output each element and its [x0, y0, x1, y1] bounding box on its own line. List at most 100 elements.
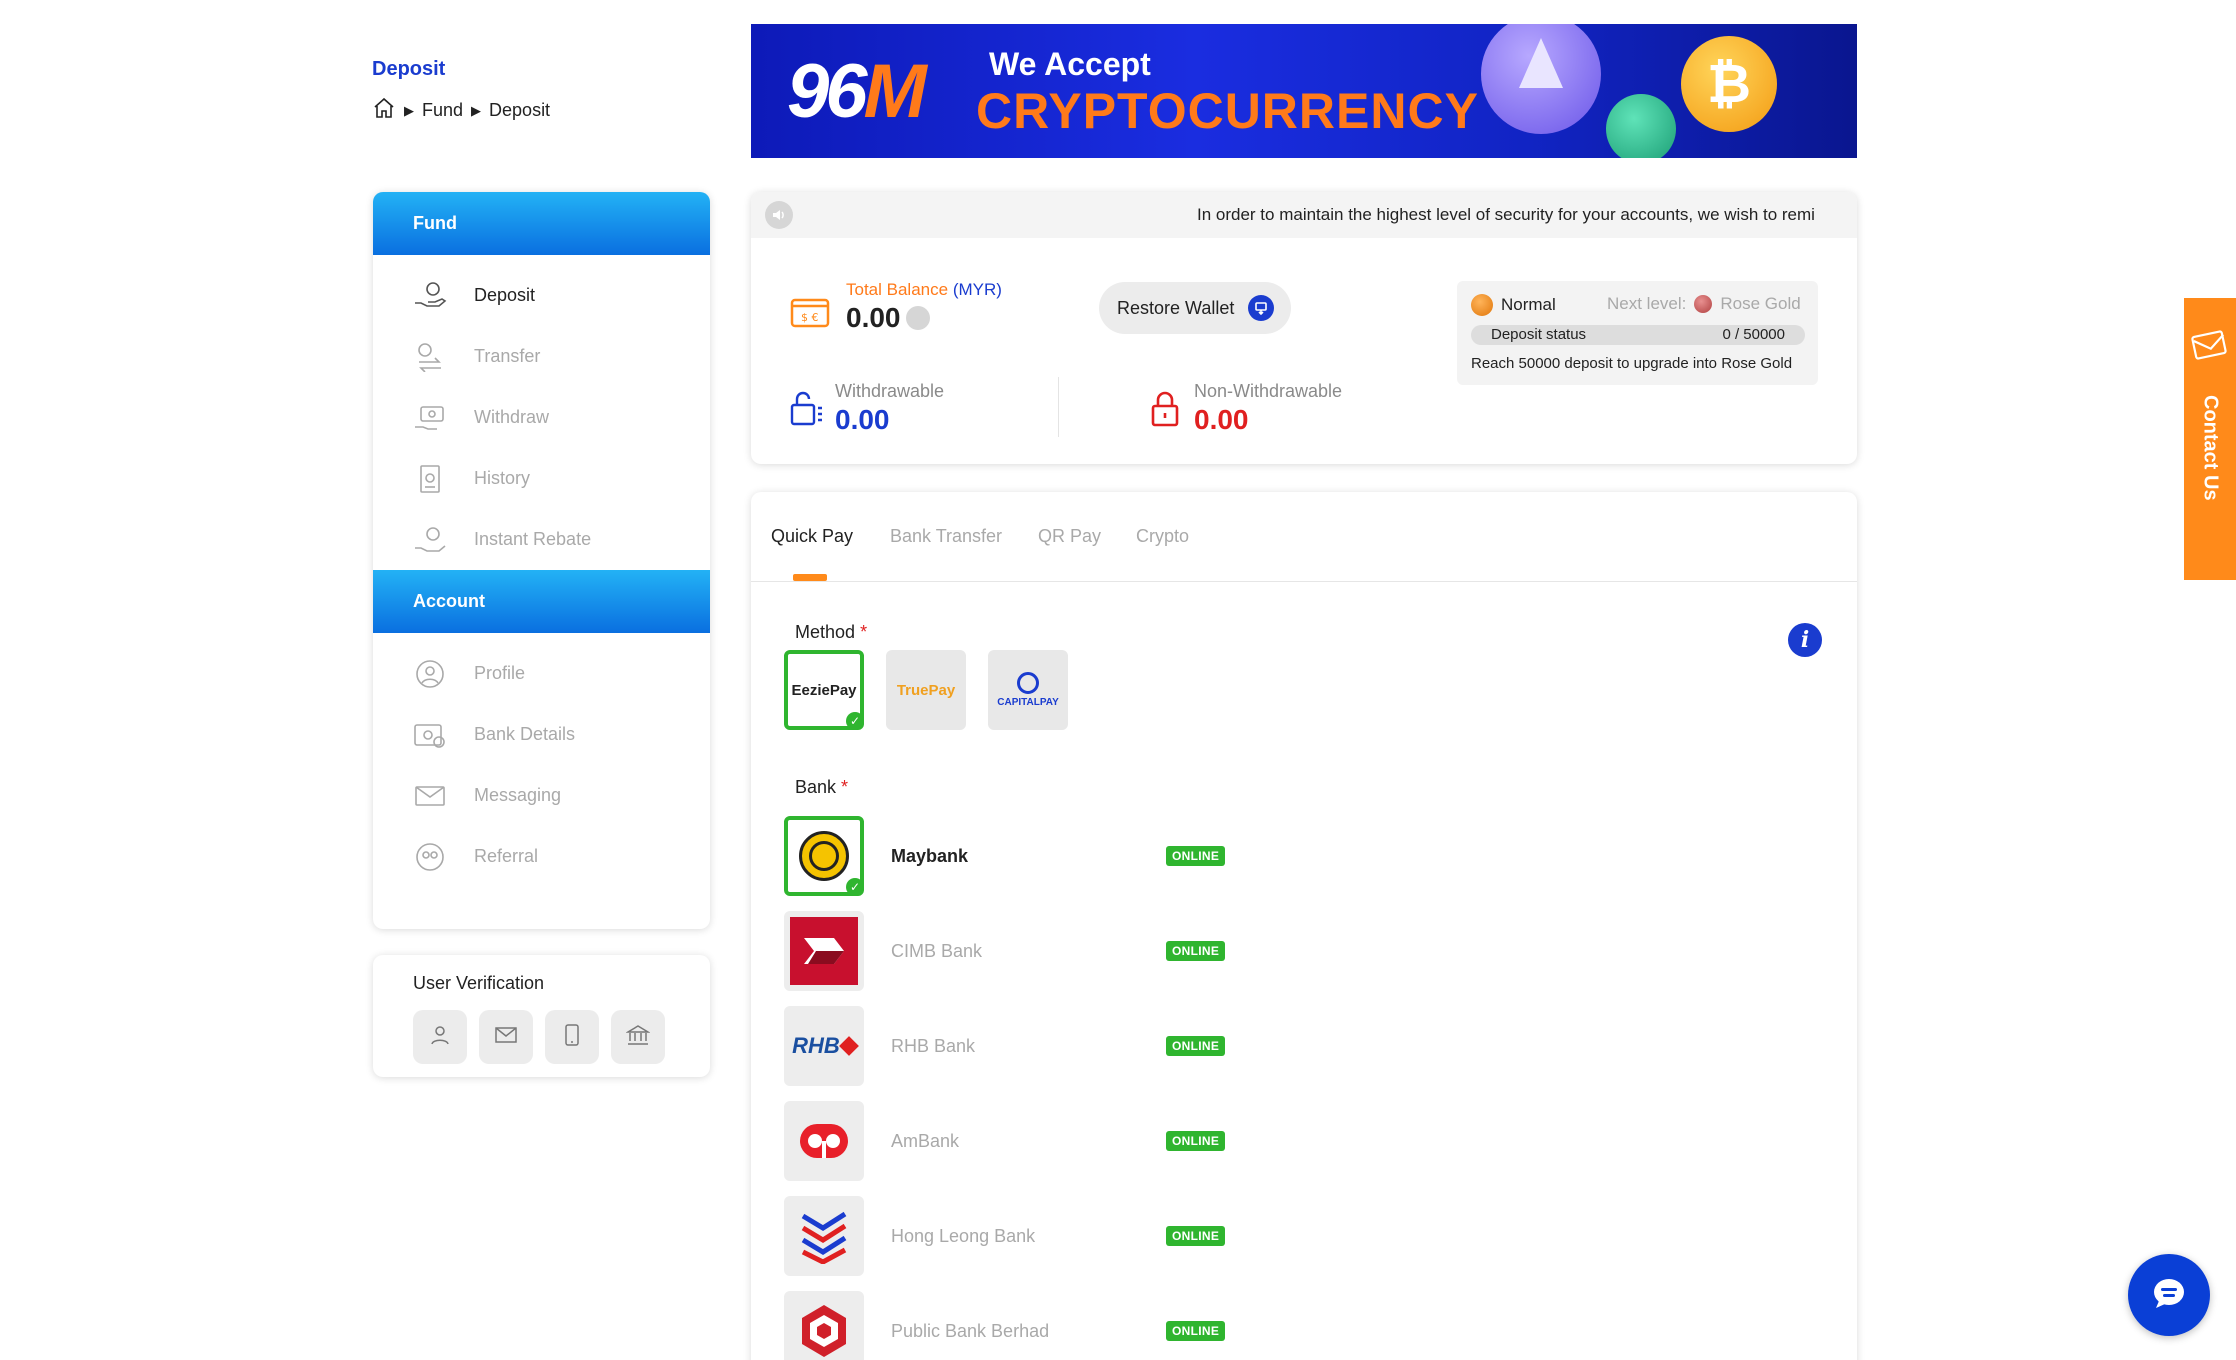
sidebar-item-label: Messaging: [474, 785, 562, 805]
bank-label: Bank *: [795, 777, 849, 797]
bank-name: CIMB Bank: [891, 940, 983, 961]
sidebar-item-deposit[interactable]: Deposit: [373, 265, 710, 326]
sidebar-item-profile[interactable]: Profile: [373, 643, 710, 704]
unlock-icon: [788, 388, 824, 433]
contact-us-tab[interactable]: Contact Us: [2184, 298, 2236, 580]
bank-option-public-bank-berhad[interactable]: Public Bank Berhad ONLINE: [784, 1291, 1284, 1360]
method-label: Method *: [795, 622, 868, 642]
tab-qr-pay[interactable]: QR Pay: [1038, 526, 1101, 547]
sidebar-heading-account: Account: [373, 570, 710, 633]
normal-level-icon: [1471, 294, 1493, 316]
transfer-icon: [413, 342, 447, 372]
online-status-badge: ONLINE: [1166, 846, 1226, 866]
breadcrumb-fund[interactable]: Fund: [422, 100, 463, 121]
bank-option-ambank[interactable]: AmBank ONLINE: [784, 1101, 1284, 1181]
bank-logo-icon: ✓: [784, 816, 864, 896]
selected-check-icon: ✓: [846, 712, 864, 730]
sidebar-item-referral[interactable]: Referral: [373, 826, 710, 887]
fund-menu: Deposit Transfer Withdraw History Instant Re…: [373, 255, 710, 580]
bank-name: RHB Bank: [891, 1035, 976, 1056]
breadcrumb-deposit: Deposit: [489, 100, 551, 120]
method-truepay[interactable]: TruePay: [886, 650, 966, 730]
truepay-logo: TruePay: [896, 681, 956, 699]
sidebar-item-instant-rebate[interactable]: Instant Rebate: [373, 509, 710, 570]
account-menu: Profile Bank Details Messaging Referral: [373, 633, 710, 897]
restore-icon: [1248, 295, 1275, 321]
method-eeziepay[interactable]: EeziePay ✓: [784, 650, 864, 730]
selected-check-icon: ✓: [846, 878, 864, 896]
email-icon: [494, 1023, 518, 1052]
sidebar-item-messaging[interactable]: Messaging: [373, 765, 710, 826]
sidebar-item-transfer[interactable]: Transfer: [373, 326, 710, 387]
info-icon[interactable]: i: [1788, 623, 1822, 657]
tab-bank-transfer[interactable]: Bank Transfer: [890, 526, 1002, 547]
sidebar-item-label: Withdraw: [474, 407, 550, 427]
live-chat-button[interactable]: [2128, 1254, 2210, 1336]
online-status-badge: ONLINE: [1166, 1131, 1226, 1151]
vip-level-panel: Normal Next level: Rose Gold Deposit sta…: [1457, 281, 1818, 385]
sidebar-item-label: Instant Rebate: [474, 529, 592, 549]
deposit-status-value: 0 / 50000: [1722, 326, 1785, 343]
bank-logo-icon: [784, 1196, 864, 1276]
sidebar: Fund Deposit Transfer Withdraw History Insta…: [373, 192, 710, 929]
mail-icon: [2190, 328, 2230, 367]
tab-crypto[interactable]: Crypto: [1136, 526, 1189, 547]
refresh-balance-icon[interactable]: [906, 306, 930, 330]
bitcoin-coin-icon: ₿: [1681, 36, 1777, 132]
notice-text: In order to maintain the highest level o…: [1197, 205, 1815, 224]
lock-icon: [1150, 390, 1180, 433]
withdrawable-label: Withdrawable: [835, 381, 945, 401]
total-balance-label: Total Balance (MYR): [846, 280, 1002, 299]
next-level-label: Next level:: [1607, 294, 1687, 313]
sidebar-item-label: History: [474, 468, 531, 488]
messaging-icon: [413, 781, 447, 811]
deposit-tabs: Quick Pay Bank Transfer QR Pay Crypto: [751, 492, 1857, 582]
eeziepay-logo: EeziePay: [791, 681, 857, 699]
restore-wallet-label: Restore Wallet: [1117, 297, 1235, 318]
profile-icon: [413, 659, 447, 689]
bank-name: AmBank: [891, 1130, 960, 1151]
brand-logo: 96M: [787, 49, 927, 134]
method-capitalpay[interactable]: CAPITALPAY: [988, 650, 1068, 730]
user-verification-panel: User Verification: [373, 955, 710, 1077]
page-title: Deposit: [372, 58, 446, 80]
crypto-banner[interactable]: 96M We Accept CRYPTOCURRENCY ₿: [751, 24, 1857, 158]
restore-wallet-button[interactable]: Restore Wallet: [1099, 282, 1291, 334]
contact-us-label: Contact Us: [2199, 395, 2222, 501]
rebate-icon: [413, 525, 447, 555]
deposit-form-card: Quick Pay Bank Transfer QR Pay Crypto Me…: [751, 492, 1857, 1360]
withdrawable-value: 0.00: [835, 404, 890, 435]
notice-marquee: In order to maintain the highest level o…: [751, 192, 1857, 238]
banner-line1: We Accept: [989, 46, 1151, 82]
sidebar-item-withdraw[interactable]: Withdraw: [373, 387, 710, 448]
non-withdrawable-value: 0.00: [1194, 404, 1249, 435]
verify-email-icon[interactable]: [479, 1010, 533, 1064]
user-icon: [428, 1023, 452, 1052]
chat-bubble-icon: [2149, 1273, 2189, 1318]
bank-details-icon: [413, 720, 447, 750]
bank-option-rhb-bank[interactable]: RHB RHB Bank ONLINE: [784, 1006, 1284, 1086]
non-withdrawable-label: Non-Withdrawable: [1194, 381, 1343, 401]
verify-bank-icon[interactable]: [611, 1010, 665, 1064]
deposit-status-bar: Deposit status 0 / 50000: [1471, 325, 1805, 345]
online-status-badge: ONLINE: [1166, 941, 1226, 961]
bank-option-maybank[interactable]: ✓ Maybank ONLINE: [784, 816, 1284, 896]
history-icon: [413, 464, 447, 494]
sidebar-item-label: Bank Details: [474, 724, 576, 744]
sidebar-item-history[interactable]: History: [373, 448, 710, 509]
bank-name: Hong Leong Bank: [891, 1225, 1036, 1246]
sidebar-item-bank-details[interactable]: Bank Details: [373, 704, 710, 765]
verify-user-icon[interactable]: [413, 1010, 467, 1064]
online-status-badge: ONLINE: [1166, 1036, 1226, 1056]
tab-quick-pay[interactable]: Quick Pay: [771, 526, 853, 547]
total-balance-value: 0.00: [846, 302, 901, 333]
capitalpay-logo: CAPITALPAY: [997, 697, 1059, 708]
verify-phone-icon[interactable]: [545, 1010, 599, 1064]
home-icon[interactable]: [372, 96, 396, 125]
bank-name: Maybank: [891, 845, 969, 866]
bank-option-cimb-bank[interactable]: CIMB Bank ONLINE: [784, 911, 1284, 991]
sidebar-heading-fund: Fund: [373, 192, 710, 255]
bank-option-hong-leong-bank[interactable]: Hong Leong Bank ONLINE: [784, 1196, 1284, 1276]
bank-logo-icon: [784, 911, 864, 991]
upgrade-message: Reach 50000 deposit to upgrade into Rose…: [1471, 355, 1793, 372]
